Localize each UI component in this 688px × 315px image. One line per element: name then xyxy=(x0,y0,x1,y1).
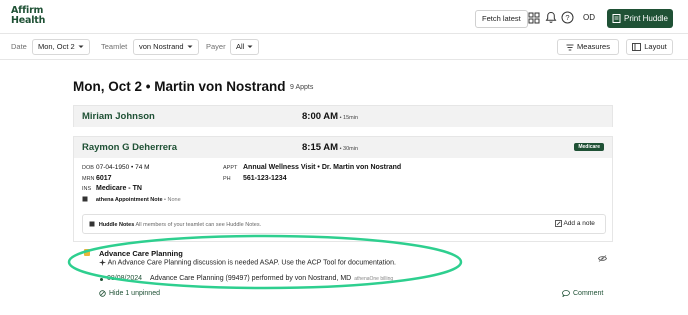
page-title: Mon, Oct 2 • Martin von Nostrand xyxy=(73,79,286,94)
ins-row: INS Medicare - TN xyxy=(82,185,142,192)
patient-name[interactable]: Raymon G Deherrera xyxy=(82,142,177,153)
brand-logo[interactable]: Affirm Health xyxy=(11,6,45,26)
bell-icon[interactable] xyxy=(543,10,558,25)
appointment-time: 8:15 AM • 30min xyxy=(302,142,359,153)
note-icon xyxy=(89,221,95,227)
grid-icon[interactable] xyxy=(526,10,541,25)
appointment-count: 9 Appts xyxy=(290,84,314,91)
mrn-row: MRN6017 xyxy=(82,175,112,182)
chevron-down-icon xyxy=(187,45,193,48)
layout-icon xyxy=(632,43,642,51)
edit-icon xyxy=(555,220,562,227)
appointment-card-header: Raymon G Deherrera 8:15 AM • 30min Medic… xyxy=(74,137,612,158)
filter-lines-icon xyxy=(566,44,574,50)
hide-unpinned-button[interactable]: Hide 1 unpinned xyxy=(99,290,160,297)
comment-icon xyxy=(562,290,570,297)
appointment-time: 8:00 AM • 15min xyxy=(302,111,359,122)
chevron-down-icon xyxy=(78,45,84,48)
appointment-card[interactable]: Miriam Johnson 8:00 AM • 15min xyxy=(73,105,613,127)
user-avatar[interactable]: OD xyxy=(579,11,599,25)
payer-select[interactable]: All xyxy=(230,39,260,55)
appt-row: APPT Annual Wellness Visit • Dr. Martin v… xyxy=(223,164,402,171)
payer-label: Payer xyxy=(206,42,226,51)
teamlet-label: Teamlet xyxy=(101,42,128,51)
measures-button[interactable]: Measures xyxy=(557,39,619,55)
date-label: Date xyxy=(11,42,27,51)
top-bar: Affirm Health Fetch latest ? OD Print Hu… xyxy=(0,0,688,34)
fetch-latest-button[interactable]: Fetch latest xyxy=(475,10,528,28)
hide-eye-icon[interactable] xyxy=(598,249,607,267)
payer-badge: Medicare xyxy=(574,143,604,151)
patient-name[interactable]: Miriam Johnson xyxy=(82,111,155,122)
bullet-dot xyxy=(100,278,103,281)
print-huddle-button[interactable]: Print Huddle xyxy=(607,9,673,28)
svg-text:?: ? xyxy=(565,13,569,22)
add-note-button[interactable]: Add a note xyxy=(555,220,595,227)
acp-history-row: 08/08/2024 Advance Care Planning (99497) … xyxy=(107,275,394,282)
teamlet-select[interactable]: von Nostrand xyxy=(133,39,199,55)
huddle-notes-header: Huddle Notes All members of your teamlet… xyxy=(89,221,261,228)
chevron-down-icon xyxy=(247,45,253,48)
phone-row: PH 561-123-1234 xyxy=(223,175,287,182)
sparkle-icon xyxy=(99,259,106,266)
appointment-card-header: Miriam Johnson 8:00 AM • 15min xyxy=(74,106,612,127)
print-icon xyxy=(612,14,621,23)
acp-message: An Advance Care Planning discussion is n… xyxy=(99,259,396,266)
huddle-notes-box[interactable]: Huddle Notes All members of your teamlet… xyxy=(82,214,606,234)
filter-bar: Date Mon, Oct 2 Teamlet von Nostrand Pay… xyxy=(0,34,688,60)
dob-row: DOB 07-04-1950 • 74 M xyxy=(82,164,150,171)
hide-icon xyxy=(99,290,106,297)
help-icon[interactable]: ? xyxy=(560,10,575,25)
athena-note-row: athena Appointment Note • None xyxy=(82,196,181,203)
acp-title: Advance Care Planning xyxy=(99,249,183,258)
date-select[interactable]: Mon, Oct 2 xyxy=(32,39,90,55)
layout-button[interactable]: Layout xyxy=(626,39,673,55)
note-icon xyxy=(82,196,88,202)
comment-button[interactable]: Comment xyxy=(562,290,603,297)
appointment-card[interactable]: Raymon G Deherrera 8:15 AM • 30min Medic… xyxy=(73,136,613,242)
pin-flag-icon[interactable] xyxy=(84,249,90,256)
